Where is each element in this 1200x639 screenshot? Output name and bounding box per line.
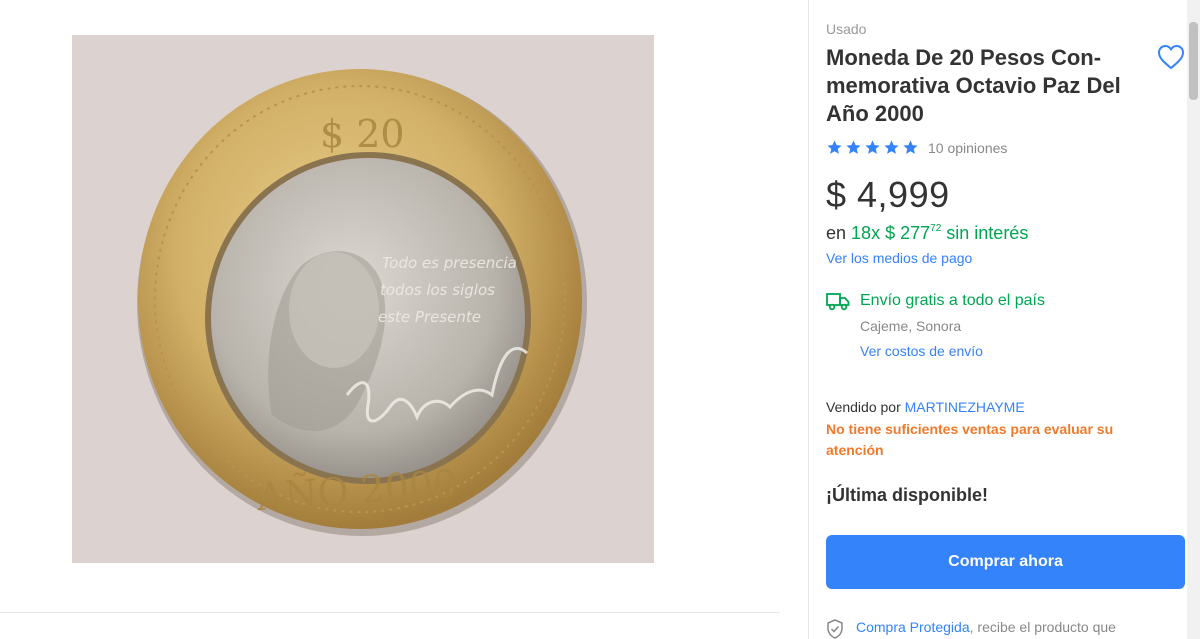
coin-top-text: $ 20 xyxy=(320,112,405,156)
reviews-count[interactable]: 10 opiniones xyxy=(928,140,1007,156)
seller-info: Vendido por MARTINEZHAYME xyxy=(826,399,1025,415)
shipping-title: Envío gratis a todo el país xyxy=(860,292,1045,309)
protection-text: , recibe el producto que xyxy=(969,619,1116,635)
payment-methods-link[interactable]: Ver los medios de pago xyxy=(826,250,972,266)
product-image[interactable]: $ 20 AÑO 2000 Todo es presencia todos lo… xyxy=(72,35,654,563)
rating-summary[interactable]: 10 opiniones xyxy=(826,139,1007,156)
coin-quote-line1: Todo es presencia xyxy=(382,254,517,272)
shipping-costs-link[interactable]: Ver costos de envío xyxy=(860,343,983,359)
coin-quote-line2: todos los siglos xyxy=(380,281,495,299)
buy-now-button[interactable]: Comprar ahora xyxy=(826,535,1185,589)
shipping-location: Cajeme, Sonora xyxy=(860,318,962,334)
star-icon xyxy=(903,140,918,154)
star-icon xyxy=(827,140,842,154)
gallery-panel: $ 20 AÑO 2000 Todo es presencia todos lo… xyxy=(0,0,808,639)
product-price: $ 4,999 xyxy=(826,174,950,215)
scrollbar-thumb[interactable] xyxy=(1189,22,1198,100)
seller-name-link[interactable]: MARTINEZHAYME xyxy=(905,399,1025,415)
seller-warning: No tiene suficientes ventas para evaluar… xyxy=(826,421,1114,458)
scrollbar[interactable] xyxy=(1187,0,1200,639)
shield-check-icon xyxy=(827,619,843,639)
installments-amount: $ 277 xyxy=(885,223,931,243)
installments-suffix: sin interés xyxy=(946,223,1029,243)
installments-cents: 72 xyxy=(930,223,942,234)
installments-prefix: en xyxy=(826,223,847,243)
coin-quote-line3: este Presente xyxy=(378,308,481,326)
star-rating xyxy=(826,139,919,156)
purchase-protection: Compra Protegida, recibe el producto que xyxy=(856,619,1116,635)
coin-photo: $ 20 AÑO 2000 Todo es presencia todos lo… xyxy=(72,35,654,563)
favorite-heart-icon[interactable] xyxy=(1156,42,1186,72)
seller-prefix: Vendido por xyxy=(826,399,901,415)
star-icon xyxy=(846,140,861,154)
panel-divider xyxy=(808,0,809,639)
gallery-divider xyxy=(0,612,780,613)
installments-info: en 18x $ 27772 sin interés xyxy=(826,223,1028,244)
condition-label: Usado xyxy=(826,21,867,37)
stock-status: ¡Última disponible! xyxy=(826,485,988,505)
product-title: Moneda De 20 Pesos Con-memorativa Octavi… xyxy=(826,45,1121,126)
product-info-panel: Usado Moneda De 20 Pesos Con-memorativa … xyxy=(826,0,1190,639)
star-icon xyxy=(884,140,899,154)
installments-count: 18x xyxy=(851,223,881,243)
truck-icon xyxy=(826,293,850,311)
star-icon xyxy=(865,140,880,154)
protected-purchase-link[interactable]: Compra Protegida xyxy=(856,619,970,635)
